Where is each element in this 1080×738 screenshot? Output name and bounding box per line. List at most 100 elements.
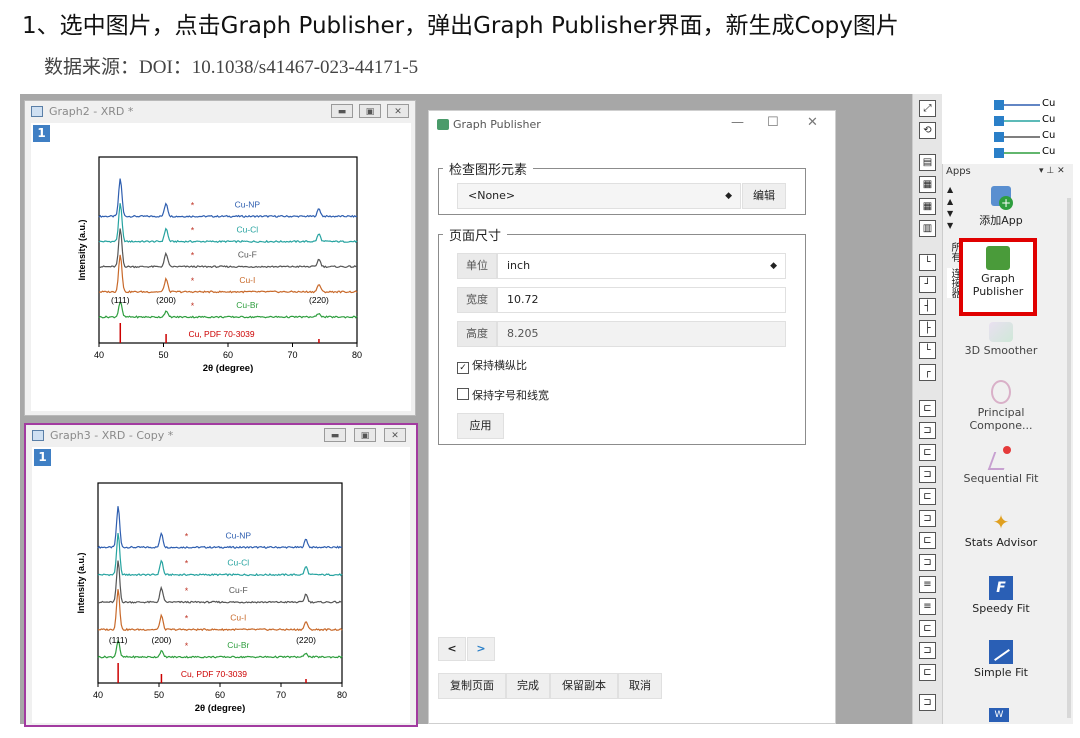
- x-tick-label: 60: [223, 350, 233, 360]
- scrollbar[interactable]: [1067, 198, 1071, 718]
- zoom-icon[interactable]: ⤢: [919, 100, 936, 117]
- align-icon[interactable]: ⊐: [919, 466, 936, 483]
- checkbox-checked-icon[interactable]: [994, 116, 1004, 126]
- peak-annotation: (200): [152, 635, 172, 645]
- series-label: Cu-I: [239, 275, 255, 285]
- unit-select[interactable]: inch ◆: [497, 253, 786, 279]
- window-titlebar[interactable]: Graph3 - XRD - Copy * ▬ ▣ ✕: [26, 425, 416, 447]
- edit-button[interactable]: 编辑: [742, 183, 786, 209]
- scroll-arrows-icon[interactable]: ▲ ▲ ▼ ▼: [947, 184, 953, 232]
- height-input[interactable]: 8.205: [497, 321, 786, 347]
- layer-icon[interactable]: ▥: [919, 220, 936, 237]
- updown-arrow-icon: ◆: [770, 261, 777, 271]
- dialog-title: Graph Publisher: [453, 118, 541, 131]
- grid-icon[interactable]: ▦: [919, 198, 936, 215]
- close-icon[interactable]: ✕: [807, 115, 818, 130]
- keep-copy-button[interactable]: 保留副本: [550, 673, 618, 699]
- element-select-value: <None>: [468, 189, 516, 202]
- unit-value: inch: [507, 259, 531, 272]
- checkbox-checked-icon[interactable]: [994, 100, 1004, 110]
- layer-badge[interactable]: 1: [33, 125, 50, 142]
- series-label: Cu-Br: [227, 640, 249, 650]
- series-label: Cu-I: [230, 613, 246, 623]
- element-select[interactable]: <None> ◆: [457, 183, 741, 209]
- keep-font-checkbox[interactable]: 保持字号和线宽: [457, 387, 549, 403]
- distribute-icon[interactable]: ≡: [919, 598, 936, 615]
- legend-panel: Cu Cu Cu Cu: [942, 94, 1072, 164]
- x-axis-label: 2θ (degree): [195, 703, 246, 714]
- panel-controls-icon[interactable]: ▾ ⊥ ✕: [1039, 166, 1065, 176]
- series-label: Cu-NP: [226, 530, 252, 540]
- x-tick-label: 80: [337, 690, 347, 700]
- minimize-button[interactable]: ▬: [331, 104, 353, 118]
- app-graph-publisher[interactable]: Graph Publisher: [959, 238, 1037, 316]
- checkbox-checked-icon[interactable]: [994, 148, 1004, 158]
- checkbox-checked-icon[interactable]: [994, 132, 1004, 142]
- word-export-icon[interactable]: W: [989, 708, 1009, 722]
- axis-icon[interactable]: └: [919, 254, 936, 271]
- restore-button[interactable]: ▣: [359, 104, 381, 118]
- impurity-marker: *: [191, 200, 195, 210]
- graph-window-copy[interactable]: Graph3 - XRD - Copy * ▬ ▣ ✕ 40 50 60 70 80 2θ…: [24, 423, 418, 727]
- axis-icon[interactable]: ┌: [919, 364, 936, 381]
- axis-icon[interactable]: ├: [919, 320, 936, 337]
- layer-icon[interactable]: ▤: [919, 154, 936, 171]
- speedy-fit-icon: F: [989, 576, 1013, 600]
- copy-page-button[interactable]: 复制页面: [438, 673, 506, 699]
- align-icon[interactable]: ⊏: [919, 444, 936, 461]
- peak-annotation: (200): [156, 295, 176, 305]
- app-3d-smoother[interactable]: 3D Smoother: [961, 322, 1041, 357]
- graph-publisher-icon: [437, 119, 449, 130]
- plot-frame: [98, 156, 358, 344]
- align-icon[interactable]: ⊏: [919, 664, 936, 681]
- axis-icon[interactable]: ┘: [919, 276, 936, 293]
- align-icon[interactable]: ⊏: [919, 488, 936, 505]
- series-label: Cu-Cl: [236, 225, 258, 235]
- restore-button[interactable]: ▣: [354, 428, 376, 442]
- graph-publisher-dialog: Graph Publisher — ☐ ✕ 检查图形元素 <None> ◆ 编辑…: [428, 110, 836, 724]
- window-titlebar[interactable]: Graph2 - XRD * ▬ ▣ ✕: [25, 101, 415, 123]
- app-add[interactable]: + 添加App: [961, 184, 1041, 227]
- align-icon[interactable]: ⊐: [919, 510, 936, 527]
- keep-aspect-checkbox[interactable]: ✓ 保持横纵比: [457, 357, 527, 374]
- layer-badge[interactable]: 1: [34, 449, 51, 466]
- align-icon[interactable]: ⊐: [919, 554, 936, 571]
- series-line: [98, 178, 358, 218]
- app-label: Stats Advisor: [964, 536, 1038, 549]
- axis-icon[interactable]: ┤: [919, 298, 936, 315]
- align-icon[interactable]: ⊐: [919, 694, 936, 711]
- align-icon[interactable]: ⊐: [919, 422, 936, 439]
- done-button[interactable]: 完成: [506, 673, 550, 699]
- x-tick-label: 70: [287, 350, 297, 360]
- y-axis-label: Intensity (a.u.): [77, 219, 87, 280]
- align-icon[interactable]: ⊏: [919, 620, 936, 637]
- rescale-icon[interactable]: ⟲: [919, 122, 936, 139]
- close-button[interactable]: ✕: [384, 428, 406, 442]
- next-button[interactable]: >: [467, 637, 495, 661]
- 3d-smoother-icon: [989, 322, 1013, 342]
- prev-button[interactable]: <: [438, 637, 466, 661]
- xrd-chart: 40 50 60 70 80 2θ (degree) Intensity (a.u.) Cu-…: [77, 156, 362, 374]
- maximize-icon[interactable]: ☐: [767, 115, 779, 130]
- app-simple-fit[interactable]: Simple Fit: [961, 640, 1041, 679]
- height-label: 高度: [457, 321, 497, 347]
- minimize-icon[interactable]: —: [731, 115, 744, 130]
- align-icon[interactable]: ⊏: [919, 532, 936, 549]
- grid-icon[interactable]: ▦: [919, 176, 936, 193]
- cancel-button[interactable]: 取消: [618, 673, 662, 699]
- align-icon[interactable]: ⊏: [919, 400, 936, 417]
- align-icon[interactable]: ⊐: [919, 642, 936, 659]
- width-input[interactable]: 10.72: [497, 287, 786, 313]
- distribute-icon[interactable]: ≡: [919, 576, 936, 593]
- close-button[interactable]: ✕: [387, 104, 409, 118]
- app-stats-advisor[interactable]: ✦ Stats Advisor: [961, 510, 1041, 549]
- minimize-button[interactable]: ▬: [324, 428, 346, 442]
- graph-page[interactable]: 40 50 60 70 80 2θ (degree) Intensity (a.u.) Cu-…: [31, 123, 411, 411]
- app-speedy-fit[interactable]: F Speedy Fit: [961, 576, 1041, 615]
- app-principal-component[interactable]: Principal Compone...: [961, 380, 1041, 432]
- axis-icon[interactable]: └: [919, 342, 936, 359]
- graph-window-original[interactable]: Graph2 - XRD * ▬ ▣ ✕ 40 50 60 70 80 2θ (degre…: [24, 100, 416, 416]
- app-sequential-fit[interactable]: Sequential Fit: [961, 446, 1041, 485]
- graph-page[interactable]: 40 50 60 70 80 2θ (degree) Intensity (a.u.) Cu-…: [32, 447, 410, 723]
- apply-button[interactable]: 应用: [457, 413, 504, 439]
